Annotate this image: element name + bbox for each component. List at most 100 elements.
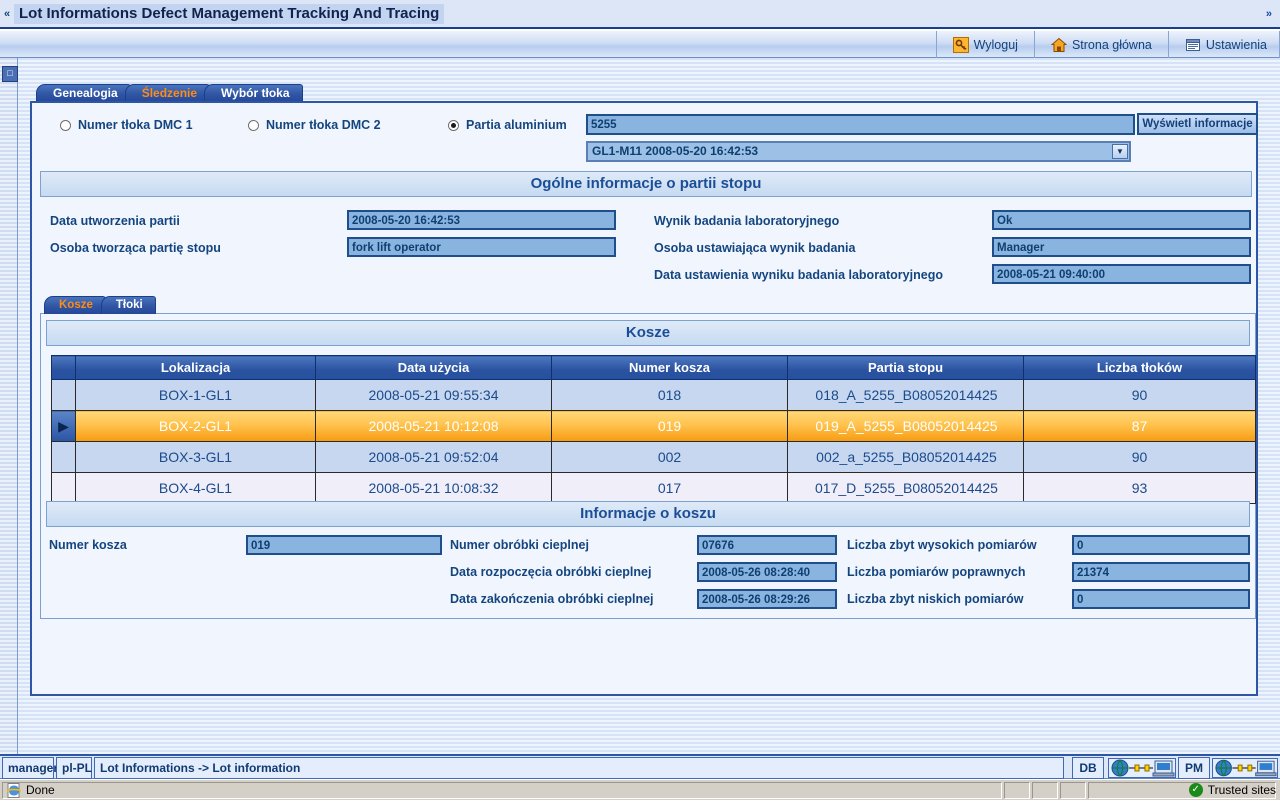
value-data-utworzenia-partii: 2008-05-20 16:42:53 — [347, 210, 616, 230]
tab-sledzenie[interactable]: Śledzenie — [124, 84, 211, 102]
label-data-ustawienia-wyniku: Data ustawienia wyniku badania laborator… — [654, 268, 943, 282]
cell-partia-stopu: 019_A_5255_B08052014425 — [787, 410, 1024, 442]
cell-data-uzycia: 2008-05-21 09:52:04 — [315, 441, 552, 473]
toolbar-item-settings-label: Ustawienia — [1205, 37, 1267, 52]
label-numer-kosza: Numer kosza — [49, 538, 127, 552]
value-numer-kosza: 019 — [246, 535, 442, 555]
cell-numer-kosza: 002 — [551, 441, 788, 473]
status-db-label: DB — [1072, 757, 1104, 779]
lot-select-combo-value: GL1-M11 2008-05-20 16:42:53 — [592, 144, 759, 158]
column-header-lokalizacja[interactable]: Lokalizacja — [75, 355, 316, 380]
label-osoba-tworzaca: Osoba tworząca partię stopu — [50, 241, 221, 255]
app-statusbar: manager pl-PL Lot Informations -> Lot in… — [0, 754, 1280, 779]
cell-lokalizacja: BOX-1-GL1 — [75, 379, 316, 411]
lot-number-input[interactable]: 5255 — [586, 114, 1135, 135]
browser-status-segment-3 — [1032, 782, 1058, 799]
table-row[interactable]: ▶ BOX-2-GL1 2008-05-21 10:12:08 019 019_… — [51, 410, 1256, 442]
cell-partia-stopu: 017_D_5255_B08052014425 — [787, 472, 1024, 504]
tab-kosze[interactable]: Kosze — [44, 296, 106, 314]
browser-zone-label: Trusted sites — [1207, 783, 1276, 797]
label-numer-obrobki: Numer obróbki cieplnej — [450, 538, 589, 552]
toolbar-items: Wyloguj Strona główna Ustawienia — [935, 31, 1280, 58]
cell-data-uzycia: 2008-05-21 09:55:34 — [315, 379, 552, 411]
column-header-partia-stopu[interactable]: Partia stopu — [787, 355, 1024, 380]
column-header-data-uzycia[interactable]: Data użycia — [315, 355, 552, 380]
show-information-button[interactable]: Wyświetl informacje — [1137, 113, 1258, 135]
cell-numer-kosza: 019 — [551, 410, 788, 442]
status-pm-label: PM — [1178, 757, 1210, 779]
rail-collapse-icon[interactable]: □ — [2, 66, 18, 82]
top-toolbar: Wyloguj Strona główna Ustawienia — [0, 31, 1280, 58]
chevron-down-icon[interactable]: ▼ — [1112, 144, 1128, 159]
row-marker-cell[interactable] — [51, 441, 76, 473]
radio-dmc1[interactable]: Numer tłoka DMC 1 — [60, 118, 193, 132]
key-icon — [952, 36, 969, 53]
breadcrumb: Lot Informations -> Lot information — [94, 757, 1064, 779]
cell-liczba-tlokow: 87 — [1023, 410, 1256, 442]
cell-lokalizacja: BOX-4-GL1 — [75, 472, 316, 504]
cell-liczba-tlokow: 90 — [1023, 379, 1256, 411]
cell-lokalizacja: BOX-2-GL1 — [75, 410, 316, 442]
label-data-zakonczenia: Data zakończenia obróbki cieplnej — [450, 592, 654, 606]
radio-partia-aluminium[interactable]: Partia aluminium — [448, 118, 567, 132]
cell-data-uzycia: 2008-05-21 10:12:08 — [315, 410, 552, 442]
tab-wybor-tloka[interactable]: Wybór tłoka — [204, 84, 303, 102]
left-rail: □ — [0, 58, 18, 754]
pm-connection-icon — [1212, 758, 1278, 778]
row-marker-cell[interactable] — [51, 472, 76, 504]
row-marker-cell[interactable]: ▶ — [51, 410, 76, 442]
column-header-liczba-tlokow[interactable]: Liczba tłoków — [1023, 355, 1256, 380]
radio-dmc1-indicator — [60, 119, 71, 131]
value-zbyt-wysokich: 0 — [1072, 535, 1250, 555]
column-header-numer-kosza[interactable]: Numer kosza — [551, 355, 788, 380]
label-data-utworzenia-partii: Data utworzenia partii — [50, 214, 180, 228]
browser-security-zone[interactable]: ✓ Trusted sites — [1188, 783, 1276, 797]
status-user: manager — [2, 757, 58, 779]
label-pomiarow-poprawnych: Liczba pomiarów poprawnych — [847, 565, 1026, 579]
cell-lokalizacja: BOX-3-GL1 — [75, 441, 316, 473]
toolbar-item-settings[interactable]: Ustawienia — [1167, 31, 1280, 58]
cell-partia-stopu: 002_a_5255_B08052014425 — [787, 441, 1024, 473]
label-zbyt-wysokich: Liczba zbyt wysokich pomiarów — [847, 538, 1037, 552]
radio-dmc2[interactable]: Numer tłoka DMC 2 — [248, 118, 381, 132]
label-osoba-ustawiajaca: Osoba ustawiająca wynik badania — [654, 241, 856, 255]
label-wynik-badania: Wynik badania laboratoryjnego — [654, 214, 840, 228]
expand-right-icon[interactable]: » — [1266, 8, 1272, 20]
tab-sledzenie-label: Śledzenie — [141, 86, 198, 100]
page-title: Lot Informations Defect Management Track… — [14, 4, 445, 24]
grid-container: Kosze Lokalizacja Data użycia Numer kosz… — [40, 313, 1256, 619]
collapse-left-icon[interactable]: « — [4, 8, 10, 20]
radio-dmc2-indicator — [248, 119, 259, 131]
radio-dmc1-label: Numer tłoka DMC 1 — [78, 118, 193, 132]
cell-liczba-tlokow: 90 — [1023, 441, 1256, 473]
row-marker-cell[interactable] — [51, 379, 76, 411]
table-row[interactable]: BOX-4-GL1 2008-05-21 10:08:32 017 017_D_… — [51, 472, 1256, 504]
radio-dmc2-label: Numer tłoka DMC 2 — [266, 118, 381, 132]
tab-tloki-label: Tłoki — [115, 299, 143, 311]
toolbar-item-home[interactable]: Strona główna — [1033, 31, 1168, 58]
browser-status-segment-2 — [1004, 782, 1030, 799]
label-zbyt-niskich: Liczba zbyt niskich pomiarów — [847, 592, 1024, 606]
radio-partia-aluminium-indicator — [448, 119, 459, 131]
lot-select-combo[interactable]: GL1-M11 2008-05-20 16:42:53 ▼ — [586, 141, 1131, 162]
table-row[interactable]: BOX-1-GL1 2008-05-21 09:55:34 018 018_A_… — [51, 379, 1256, 411]
db-connection-icon — [1108, 758, 1176, 778]
value-data-rozpoczecia: 2008-05-26 08:28:40 — [697, 562, 837, 582]
tab-wybor-tloka-label: Wybór tłoka — [221, 86, 290, 100]
value-numer-obrobki: 07676 — [697, 535, 837, 555]
value-osoba-ustawiajaca: Manager — [992, 237, 1251, 257]
radio-partia-aluminium-label: Partia aluminium — [466, 118, 567, 132]
label-data-rozpoczecia: Data rozpoczęcia obróbki cieplnej — [450, 565, 652, 579]
value-zbyt-niskich: 0 — [1072, 589, 1250, 609]
tab-tloki[interactable]: Tłoki — [100, 296, 156, 314]
value-data-ustawienia-wyniku: 2008-05-21 09:40:00 — [992, 264, 1251, 284]
kosze-table: Lokalizacja Data użycia Numer kosza Part… — [51, 355, 1256, 504]
tab-genealogia[interactable]: Genealogia — [36, 84, 131, 102]
basket-info-header: Informacje o koszu — [46, 501, 1250, 527]
toolbar-item-logout[interactable]: Wyloguj — [935, 31, 1034, 58]
tab-genealogia-label: Genealogia — [53, 86, 118, 100]
cell-numer-kosza: 018 — [551, 379, 788, 411]
settings-document-icon — [1185, 37, 1201, 53]
table-row[interactable]: BOX-3-GL1 2008-05-21 09:52:04 002 002_a_… — [51, 441, 1256, 473]
browser-status-segment — [2, 782, 1002, 799]
